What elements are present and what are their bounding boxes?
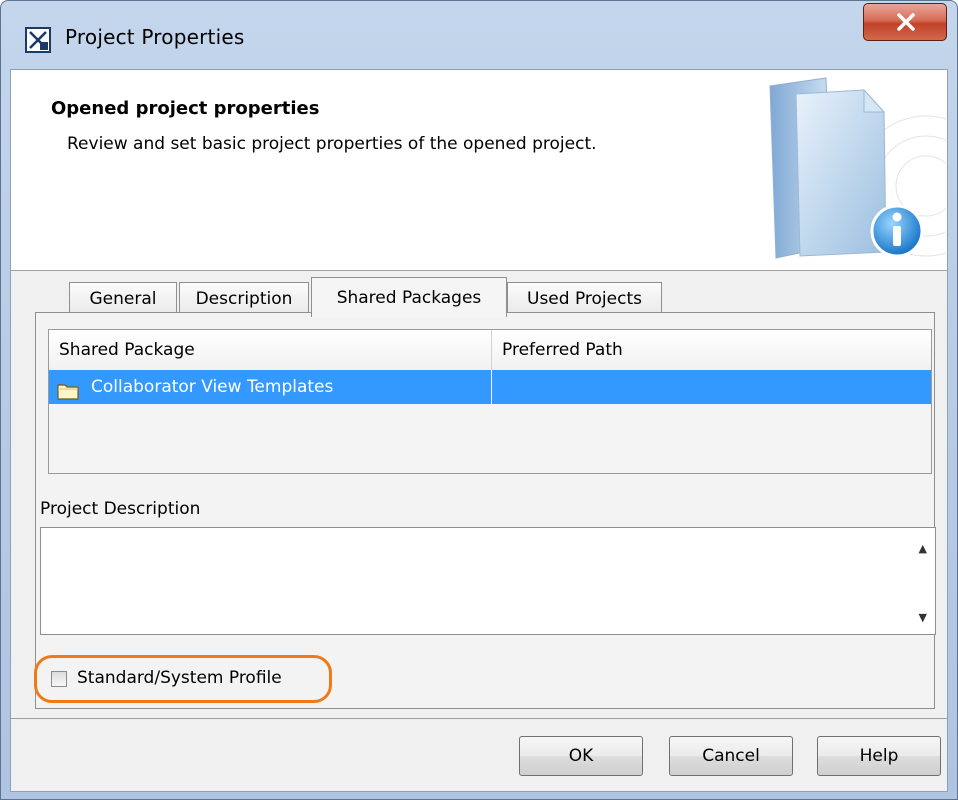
shared-package-name: Collaborator View Templates: [91, 377, 334, 397]
footer-divider: [11, 718, 947, 719]
tab-strip: General Description Shared Packages Used…: [11, 274, 947, 317]
project-description-label: Project Description: [40, 499, 201, 519]
folder-icon: [57, 378, 79, 412]
shared-packages-panel: Shared Package Preferred Path Collaborat…: [34, 312, 936, 709]
title-bar[interactable]: Project Properties: [1, 1, 957, 69]
document-info-icon: [756, 76, 957, 272]
ok-button[interactable]: OK: [519, 736, 643, 776]
close-icon: [897, 13, 915, 31]
cell-shared-package[interactable]: Collaborator View Templates: [49, 370, 491, 404]
header-subtitle: Review and set basic project properties …: [67, 134, 597, 154]
table-header: Shared Package Preferred Path: [49, 330, 931, 371]
project-description-textarea[interactable]: ▲ ▼: [40, 527, 936, 635]
window-title: Project Properties: [65, 25, 245, 49]
tab-shared-packages[interactable]: Shared Packages: [311, 277, 507, 317]
table-row[interactable]: Collaborator View Templates: [49, 370, 931, 404]
header-title: Opened project properties: [51, 98, 320, 119]
cancel-button[interactable]: Cancel: [669, 736, 793, 776]
project-properties-dialog: Project Properties Opened project proper…: [0, 0, 958, 800]
header-panel: Opened project properties Review and set…: [11, 70, 957, 272]
help-button[interactable]: Help: [817, 736, 941, 776]
scroll-down-arrow-icon[interactable]: ▼: [919, 611, 927, 624]
tab-description[interactable]: Description: [179, 282, 309, 314]
tab-label: Shared Packages: [336, 287, 482, 308]
close-button[interactable]: [863, 3, 947, 41]
tab-used-projects[interactable]: Used Projects: [507, 282, 662, 314]
column-header-preferred-path[interactable]: Preferred Path: [491, 330, 931, 370]
scroll-up-arrow-icon[interactable]: ▲: [919, 542, 927, 555]
standard-profile-highlight: Standard/System Profile: [34, 655, 332, 703]
tab-label: Description: [195, 288, 293, 309]
shared-packages-table: Shared Package Preferred Path Collaborat…: [48, 329, 932, 474]
column-header-shared-package[interactable]: Shared Package: [49, 330, 491, 370]
standard-profile-checkbox[interactable]: [51, 671, 67, 687]
cell-preferred-path[interactable]: [491, 370, 931, 404]
dialog-client-area: Opened project properties Review and set…: [10, 69, 957, 792]
tab-label: Used Projects: [527, 288, 642, 309]
tab-label: General: [89, 288, 157, 309]
standard-profile-label[interactable]: Standard/System Profile: [77, 668, 282, 688]
tab-general[interactable]: General: [69, 282, 177, 314]
project-properties-icon: [25, 27, 51, 53]
